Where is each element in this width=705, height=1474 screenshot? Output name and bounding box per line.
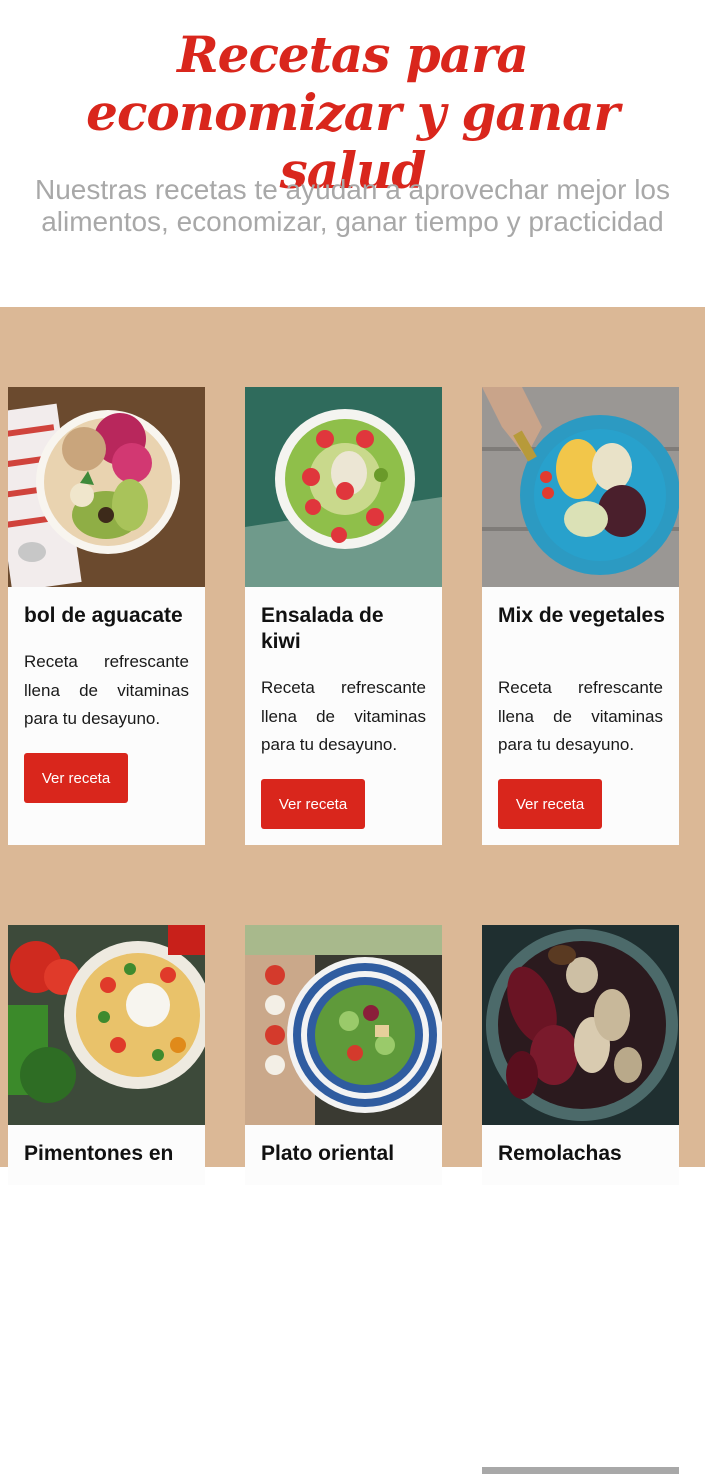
recipe-card: bol de aguacate Receta refrescante llena… (8, 387, 205, 845)
recipe-title: Ensalada de kiwi (261, 604, 384, 653)
recipes-section: bol de aguacate Receta refrescante llena… (0, 307, 705, 1474)
page-subtitle: Nuestras recetas te ayudan a aprovechar … (35, 174, 670, 237)
recipe-card: Pimentones en (8, 925, 205, 1185)
view-recipe-button[interactable]: Ver receta (261, 779, 365, 829)
recipe-image (245, 925, 442, 1125)
hero-header: Recetas para economizar y ganar salud Nu… (0, 0, 705, 307)
recipe-card: Ensalada de kiwi Receta refrescante llen… (245, 387, 442, 845)
recipe-title: bol de aguacate (24, 604, 183, 627)
recipe-title: Plato oriental (261, 1142, 395, 1165)
recipe-title: Pimentones en (24, 1142, 174, 1165)
card-shadow-strip (482, 1467, 679, 1474)
recipe-title: Mix de vegetales (498, 604, 665, 627)
recipe-image (482, 387, 679, 587)
recipe-image (8, 925, 205, 1125)
recipe-card: Plato oriental (245, 925, 442, 1185)
recipe-title: Remolachas (498, 1142, 622, 1165)
view-recipe-button[interactable]: Ver receta (498, 779, 602, 829)
recipe-image (245, 387, 442, 587)
recipe-card: Remolachas (482, 925, 679, 1185)
recipe-image (482, 925, 679, 1125)
recipe-image (8, 387, 205, 587)
recipe-card: Mix de vegetales Receta refrescante llen… (482, 387, 679, 845)
recipe-description: Receta refrescante llena de vitaminas pa… (498, 678, 663, 754)
view-recipe-button[interactable]: Ver receta (24, 753, 128, 803)
recipe-description: Receta refrescante llena de vitaminas pa… (261, 678, 426, 754)
recipe-description: Receta refrescante llena de vitaminas pa… (24, 652, 189, 728)
